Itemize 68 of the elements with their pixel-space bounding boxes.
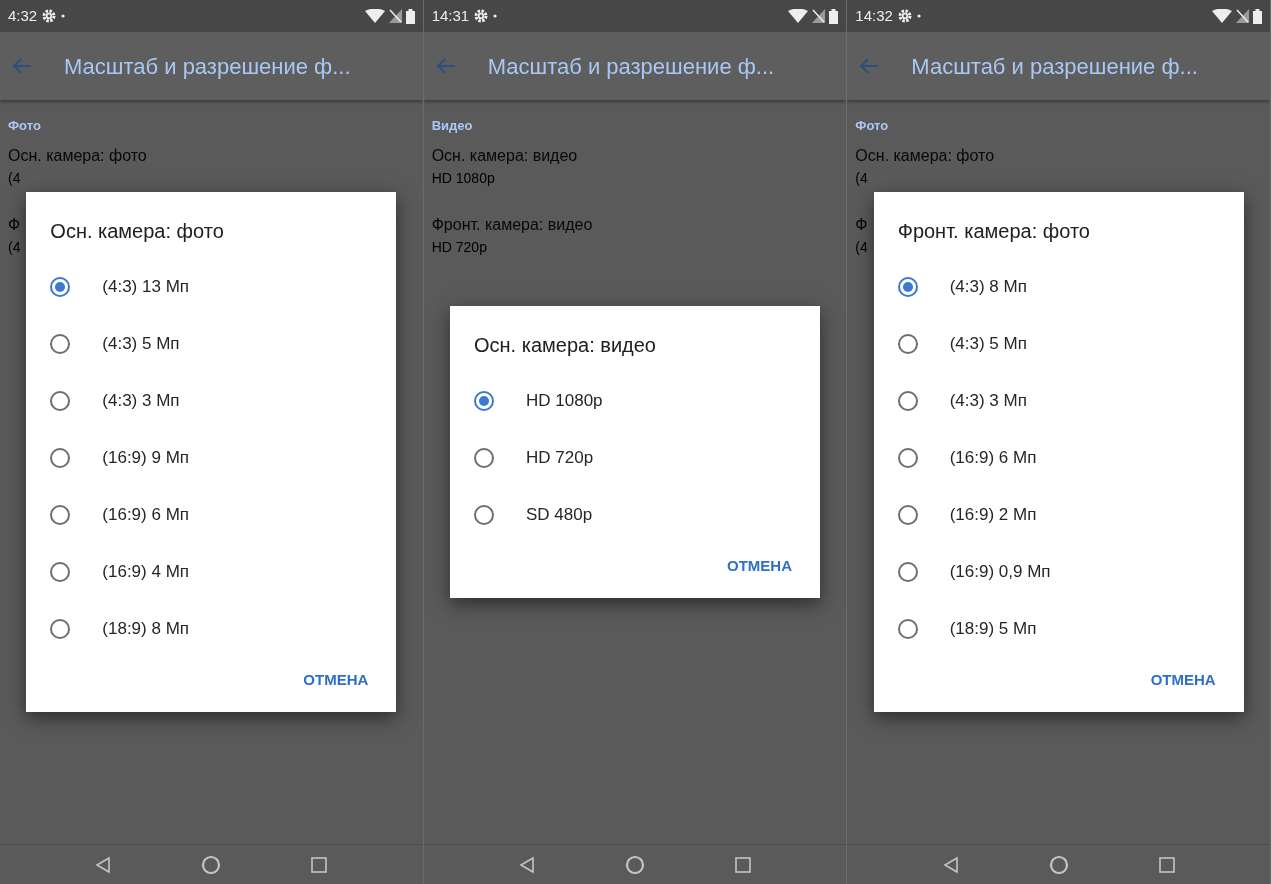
status-time: 14:31 — [431, 5, 470, 26]
recents-icon[interactable] — [735, 856, 751, 873]
section-header: Видео — [431, 117, 473, 135]
radio-option[interactable]: (16:9) 4 Мп — [26, 543, 397, 601]
setting-summary: (4 — [855, 237, 868, 257]
radio-option[interactable]: (4:3) 5 Мп — [873, 315, 1244, 373]
no-sim-icon — [812, 9, 826, 23]
back-icon[interactable] — [519, 855, 535, 874]
radio-option[interactable]: (16:9) 6 Мп — [26, 486, 397, 544]
setting-summary: (4 — [8, 237, 21, 257]
setting-title: Осн. камера: фото — [8, 145, 147, 166]
radio-option[interactable]: (16:9) 9 Мп — [26, 429, 397, 487]
home-icon[interactable] — [201, 854, 222, 875]
wifi-icon — [788, 9, 809, 23]
radio-option[interactable]: (18:9) 8 Мп — [26, 600, 397, 658]
setting-title: Ф — [8, 214, 21, 235]
setting-title: Осн. камера: видео — [431, 145, 578, 166]
home-icon[interactable] — [625, 854, 645, 875]
radio-option[interactable]: SD 480p — [450, 486, 820, 544]
radio-option[interactable]: (4:3) 13 Мп — [26, 258, 397, 316]
gear-icon — [41, 8, 58, 24]
setting-title: Осн. камера: фото — [855, 145, 995, 166]
dialog-title: Осн. камера: видео — [473, 333, 657, 359]
radio-option[interactable]: (16:9) 2 Мп — [873, 486, 1244, 544]
home-icon[interactable] — [1048, 854, 1069, 875]
radio-option[interactable]: (16:9) 6 Мп — [873, 429, 1244, 487]
gear-icon — [473, 8, 490, 24]
dot-icon — [493, 14, 498, 18]
setting-summary: HD 1080p — [431, 168, 495, 188]
screen-title: Масштаб и разрешение ф... — [911, 52, 1198, 81]
setting-summary: (4 — [855, 168, 868, 188]
cancel-button[interactable]: ОТМЕНА — [1146, 665, 1220, 696]
screen-title: Масштаб и разрешение ф... — [64, 52, 351, 81]
radio-option[interactable]: (16:9) 0,9 Мп — [873, 543, 1244, 601]
setting-title: Фронт. камера: видео — [431, 214, 593, 235]
no-sim-icon — [388, 9, 402, 23]
radio-option[interactable]: (4:3) 3 Мп — [873, 372, 1244, 430]
radio-option[interactable]: (18:9) 5 Мп — [873, 600, 1244, 658]
radio-option[interactable]: (4:3) 3 Мп — [26, 372, 397, 430]
setting-summary: (4 — [8, 168, 21, 188]
back-icon[interactable] — [942, 855, 959, 874]
dialog-title: Фронт. камера: фото — [896, 219, 1091, 245]
gear-icon — [896, 8, 913, 24]
radio-option[interactable]: HD 720p — [450, 429, 820, 487]
dot-icon — [916, 14, 921, 18]
setting-title: Ф — [855, 214, 868, 235]
battery-icon — [405, 8, 415, 24]
radio-option[interactable]: HD 1080p — [450, 372, 820, 430]
setting-summary: HD 720p — [431, 237, 487, 257]
battery-icon — [829, 8, 839, 24]
wifi-icon — [1212, 9, 1232, 23]
cancel-button[interactable]: ОТМЕНА — [299, 665, 373, 696]
section-header: Фото — [8, 117, 41, 135]
section-header: Фото — [855, 117, 889, 135]
radio-option[interactable]: (4:3) 5 Мп — [26, 315, 397, 373]
dialog-title: Осн. камера: фото — [49, 219, 225, 245]
screen-title: Масштаб и разрешение ф... — [487, 52, 775, 81]
battery-icon — [1253, 8, 1262, 24]
status-time: 14:32 — [855, 5, 893, 26]
recents-icon[interactable] — [311, 856, 328, 873]
radio-option[interactable]: (4:3) 8 Мп — [873, 258, 1244, 316]
back-icon[interactable] — [95, 855, 112, 874]
wifi-icon — [364, 9, 385, 23]
dot-icon — [61, 14, 66, 18]
no-sim-icon — [1236, 9, 1249, 23]
cancel-button[interactable]: ОТМЕНА — [723, 551, 796, 582]
status-time: 4:32 — [8, 5, 38, 26]
recents-icon[interactable] — [1158, 856, 1175, 873]
